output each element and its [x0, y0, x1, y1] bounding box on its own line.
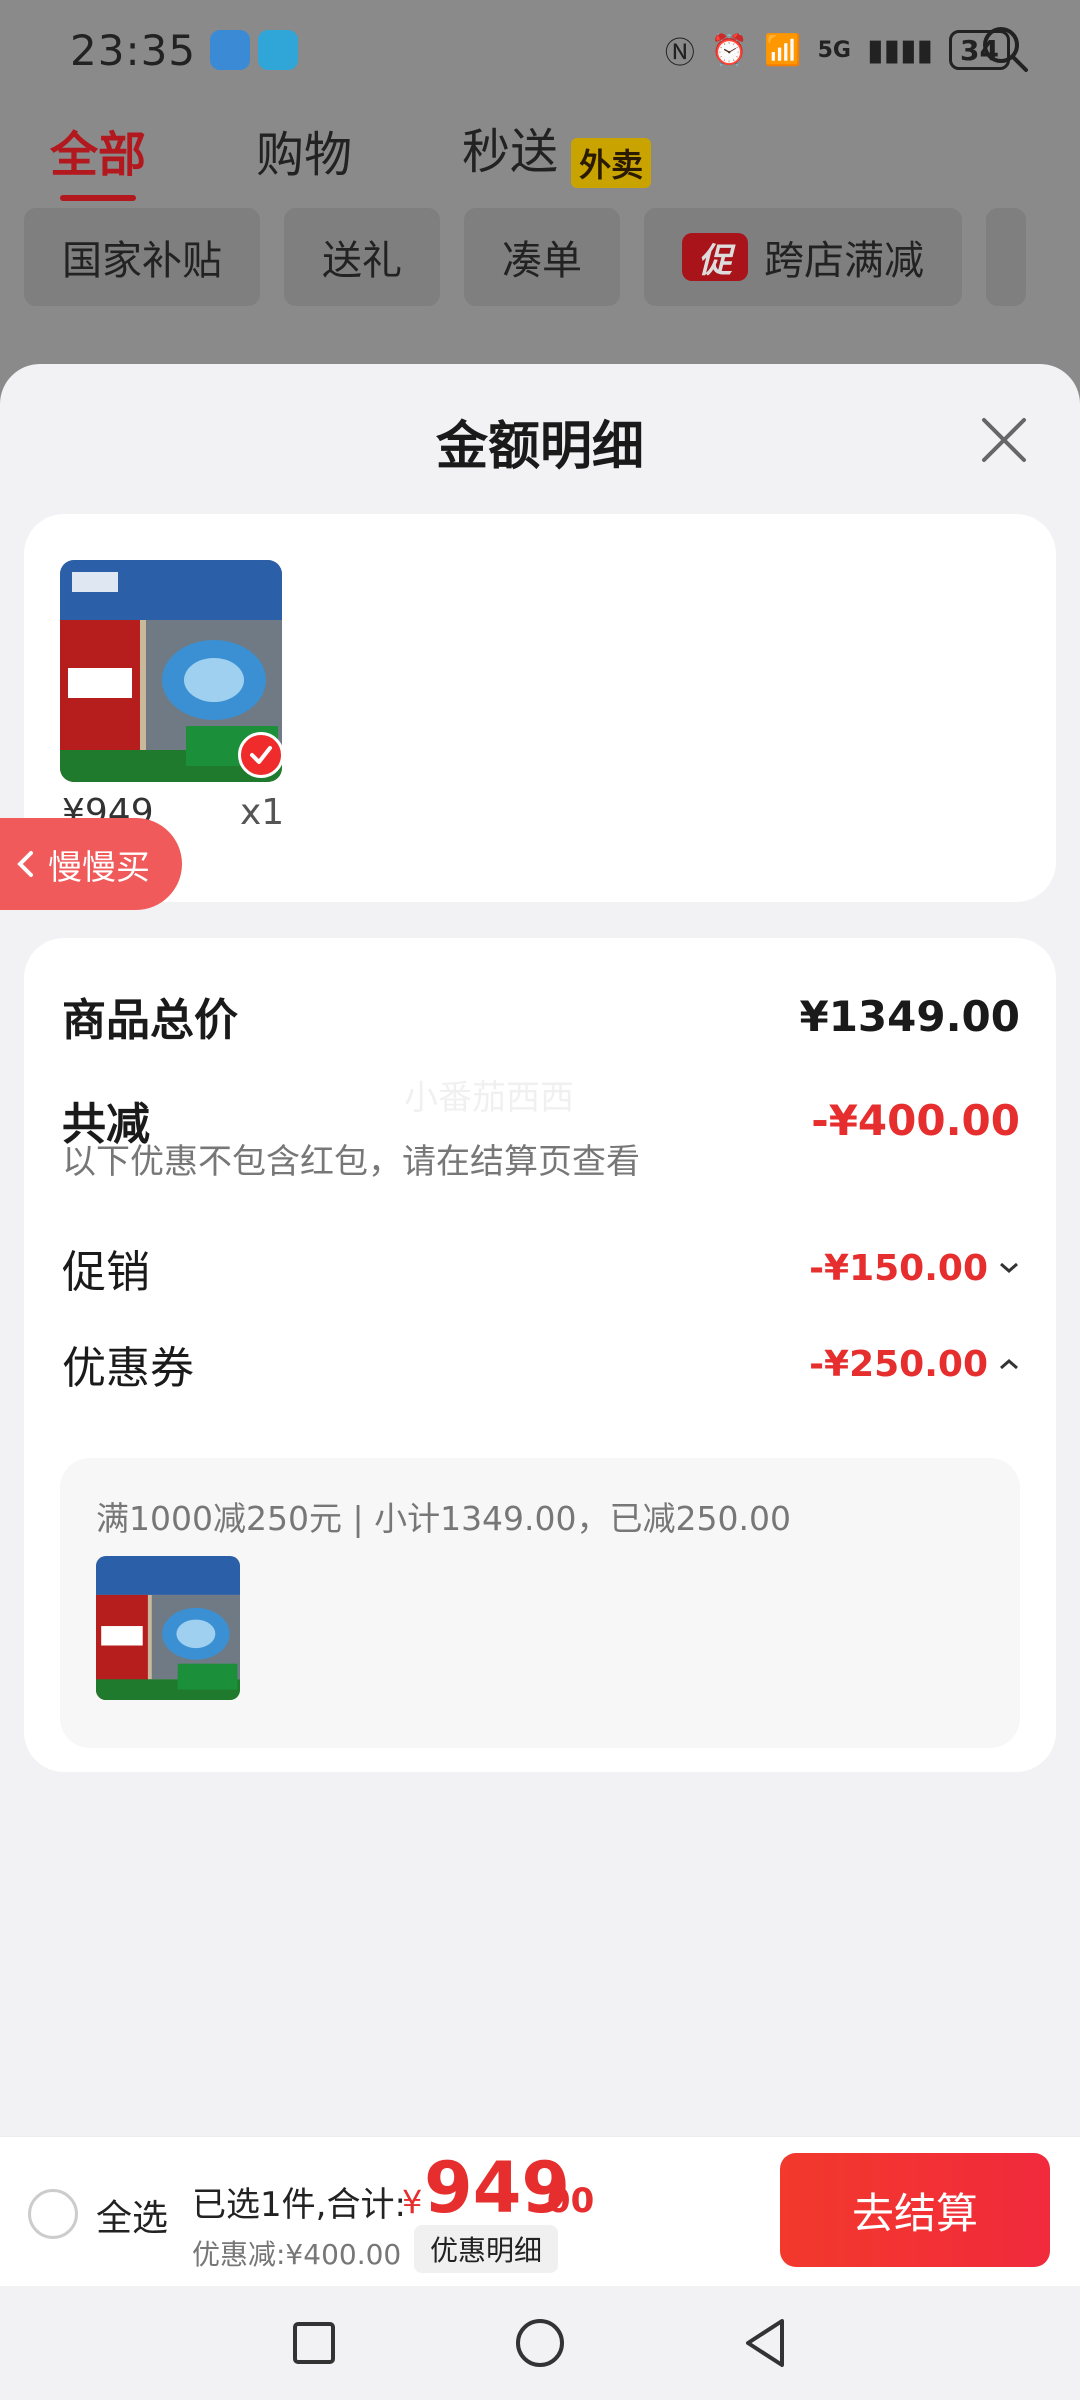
search-icon[interactable]: [980, 24, 1030, 74]
chevron-up-icon: [1000, 1359, 1018, 1370]
selected-summary: 已选1件,合计:: [192, 2185, 406, 2225]
nfc-icon: Ⓝ: [664, 36, 695, 71]
slow-buy-floating-button[interactable]: 慢慢买: [0, 818, 182, 910]
chip-cross-store-discount[interactable]: 促 跨店满减: [644, 208, 962, 306]
slow-buy-label: 慢慢买: [48, 847, 150, 888]
waimai-badge: 外卖: [571, 138, 652, 189]
product-card: ¥949 x1: [24, 514, 1056, 902]
chip-add-on[interactable]: 凑单: [464, 208, 620, 306]
chevron-left-icon: [17, 851, 33, 877]
filter-chip-row: 国家补贴 送礼 凑单 促 跨店满减: [24, 208, 1080, 306]
wifi-icon: 📶: [764, 32, 802, 68]
tab-instant-delivery[interactable]: 秒送 外卖: [462, 112, 652, 189]
discount-summary: 优惠减:¥400.00: [192, 2238, 402, 2271]
washing-machine-image: [96, 1556, 240, 1700]
chip-national-subsidy[interactable]: 国家补贴: [24, 208, 260, 306]
reduction-note: 以下优惠不包含红包，请在结算页查看: [62, 1142, 640, 1182]
chip-label: 国家补贴: [62, 238, 222, 284]
tab-all[interactable]: 全部: [50, 115, 146, 201]
system-nav-bar: [0, 2286, 1080, 2400]
checkout-label: 去结算: [851, 2188, 978, 2238]
selected-check-icon: [238, 732, 284, 778]
chip-gift[interactable]: 送礼: [284, 208, 440, 306]
coupon-label: 优惠券: [62, 1343, 194, 1394]
status-time: 23:35: [70, 25, 197, 75]
reader-app-icon: [258, 30, 299, 70]
chip-more[interactable]: [986, 208, 1026, 306]
coupon-value-group: -¥250.00: [809, 1344, 1020, 1385]
status-bar: 23:35 Ⓝ ⏰ 📶 5G ▮▮▮▮ 34: [0, 0, 1080, 100]
amount-detail-sheet: 金额明细 ¥949 x1 商品总价 ¥1349.00 小番茄西西 共减 -¥40…: [0, 364, 1080, 2136]
coupon-detail-box: 满1000减250元 | 小计1349.00，已减250.00: [60, 1458, 1020, 1748]
goods-total-value: ¥1349.00: [799, 991, 1020, 1041]
total-amount-decimal: .00: [534, 2181, 595, 2221]
app-notification-icon: [210, 30, 251, 70]
checkout-button[interactable]: 去结算: [780, 2153, 1050, 2267]
top-tabs: 全部 购物 秒送 外卖: [0, 100, 1080, 201]
chip-label: 跨店满减: [764, 238, 924, 284]
chevron-down-icon: [1000, 1262, 1018, 1273]
nav-home-icon[interactable]: [512, 2315, 568, 2371]
price-breakdown-card: 商品总价 ¥1349.00 小番茄西西 共减 -¥400.00 以下优惠不包含红…: [24, 938, 1056, 1772]
promo-icon: 促: [682, 233, 748, 281]
nav-recents-icon[interactable]: [286, 2315, 342, 2371]
coupon-row[interactable]: 优惠券 -¥250.00: [62, 1332, 1020, 1396]
goods-total-row: 商品总价 ¥1349.00: [62, 984, 1020, 1048]
promotion-label: 促销: [62, 1247, 150, 1298]
promotion-value: -¥150.00: [809, 1247, 988, 1289]
coupon-product-thumbnail[interactable]: [96, 1556, 240, 1700]
total-reduction-value: -¥400.00: [811, 1095, 1020, 1145]
chip-label: 凑单: [502, 238, 582, 284]
network-type: 5G: [817, 37, 851, 63]
product-quantity: x1: [240, 792, 285, 833]
promotion-value-group: -¥150.00: [809, 1248, 1020, 1289]
sheet-title: 金额明细: [435, 417, 644, 477]
select-all-label[interactable]: 全选: [96, 2189, 168, 2241]
signal-icon: ▮▮▮▮: [866, 32, 934, 68]
promotion-row[interactable]: 促销 -¥150.00: [62, 1236, 1020, 1300]
coupon-detail-text: 满1000减250元 | 小计1349.00，已减250.00: [96, 1499, 791, 1538]
coupon-value: -¥250.00: [809, 1343, 988, 1385]
checkout-bar: 全选 已选1件,合计: ¥ 949 .00 优惠减:¥400.00 优惠明细 去…: [0, 2136, 1080, 2286]
tab-instant-delivery-label: 秒送: [462, 123, 559, 180]
goods-total-label: 商品总价: [62, 995, 238, 1046]
nav-back-icon[interactable]: [738, 2315, 794, 2371]
chip-label: 送礼: [322, 238, 402, 284]
total-currency: ¥: [402, 2183, 423, 2221]
close-icon[interactable]: [978, 414, 1030, 466]
select-all-radio[interactable]: [28, 2189, 78, 2239]
discount-detail-button[interactable]: 优惠明细: [414, 2225, 559, 2273]
alarm-icon: ⏰: [710, 32, 749, 68]
tab-shopping[interactable]: 购物: [256, 115, 352, 185]
status-right-group: Ⓝ ⏰ 📶 5G ▮▮▮▮ 34: [665, 28, 1010, 72]
